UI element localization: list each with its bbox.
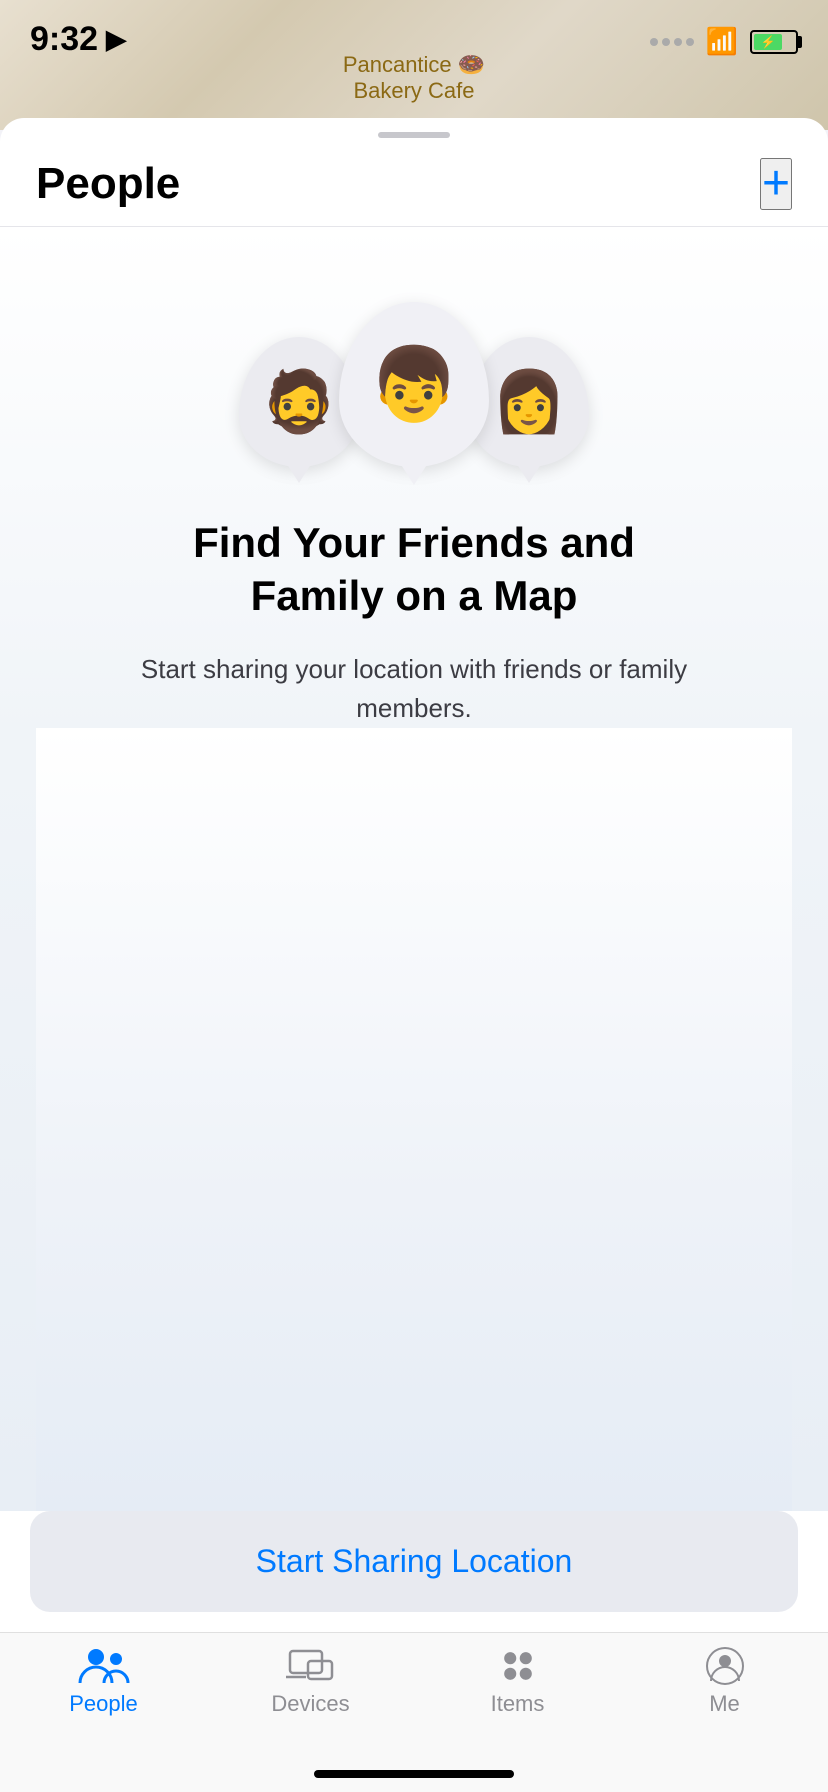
sheet-header: People + bbox=[0, 138, 828, 227]
avatar-center-emoji: 👦 bbox=[369, 349, 459, 421]
avatar-right-emoji: 👩 bbox=[492, 372, 567, 432]
home-indicator bbox=[314, 1770, 514, 1778]
sheet-bottom: Start Sharing Location bbox=[0, 1511, 828, 1632]
people-sheet: People + 🧔 👦 👩 Find Your Friends and Fam… bbox=[0, 118, 828, 1792]
signal-icon bbox=[650, 38, 694, 46]
status-bar: 9:32 ▶ 📶 ⚡ bbox=[0, 0, 828, 88]
time-display: 9:32 bbox=[30, 20, 98, 59]
status-right-icons: 📶 ⚡ bbox=[650, 20, 798, 57]
people-tab-icon bbox=[78, 1647, 130, 1685]
avatar-left-emoji: 🧔 bbox=[262, 372, 337, 432]
page-title: People bbox=[36, 159, 180, 209]
tab-people[interactable]: People bbox=[0, 1647, 207, 1717]
tab-bar: People Devices Items Me bbox=[0, 1632, 828, 1792]
tab-items-label: Items bbox=[491, 1691, 545, 1717]
tab-people-label: People bbox=[69, 1691, 138, 1717]
sheet-content: 🧔 👦 👩 Find Your Friends and Family on a … bbox=[0, 227, 828, 1511]
tab-items[interactable]: Items bbox=[414, 1647, 621, 1717]
items-tab-icon bbox=[496, 1647, 540, 1685]
avatar-center: 👦 bbox=[339, 302, 489, 467]
tab-devices-label: Devices bbox=[271, 1691, 349, 1717]
tab-devices[interactable]: Devices bbox=[207, 1647, 414, 1717]
status-time: 9:32 ▶ bbox=[30, 20, 126, 59]
add-person-button[interactable]: + bbox=[760, 158, 792, 210]
battery-icon: ⚡ bbox=[750, 30, 798, 54]
wifi-icon: 📶 bbox=[706, 26, 738, 57]
tab-me-label: Me bbox=[709, 1691, 740, 1717]
devices-tab-icon bbox=[286, 1647, 336, 1685]
location-arrow-icon: ▶ bbox=[106, 24, 126, 55]
main-heading: Find Your Friends and Family on a Map bbox=[124, 517, 704, 622]
start-sharing-button[interactable]: Start Sharing Location bbox=[30, 1511, 798, 1612]
me-tab-icon bbox=[706, 1647, 744, 1685]
sub-heading: Start sharing your location with friends… bbox=[134, 650, 694, 728]
tab-me[interactable]: Me bbox=[621, 1647, 828, 1717]
avatar-cluster: 🧔 👦 👩 bbox=[239, 267, 589, 467]
gradient-spacer bbox=[36, 728, 792, 1511]
